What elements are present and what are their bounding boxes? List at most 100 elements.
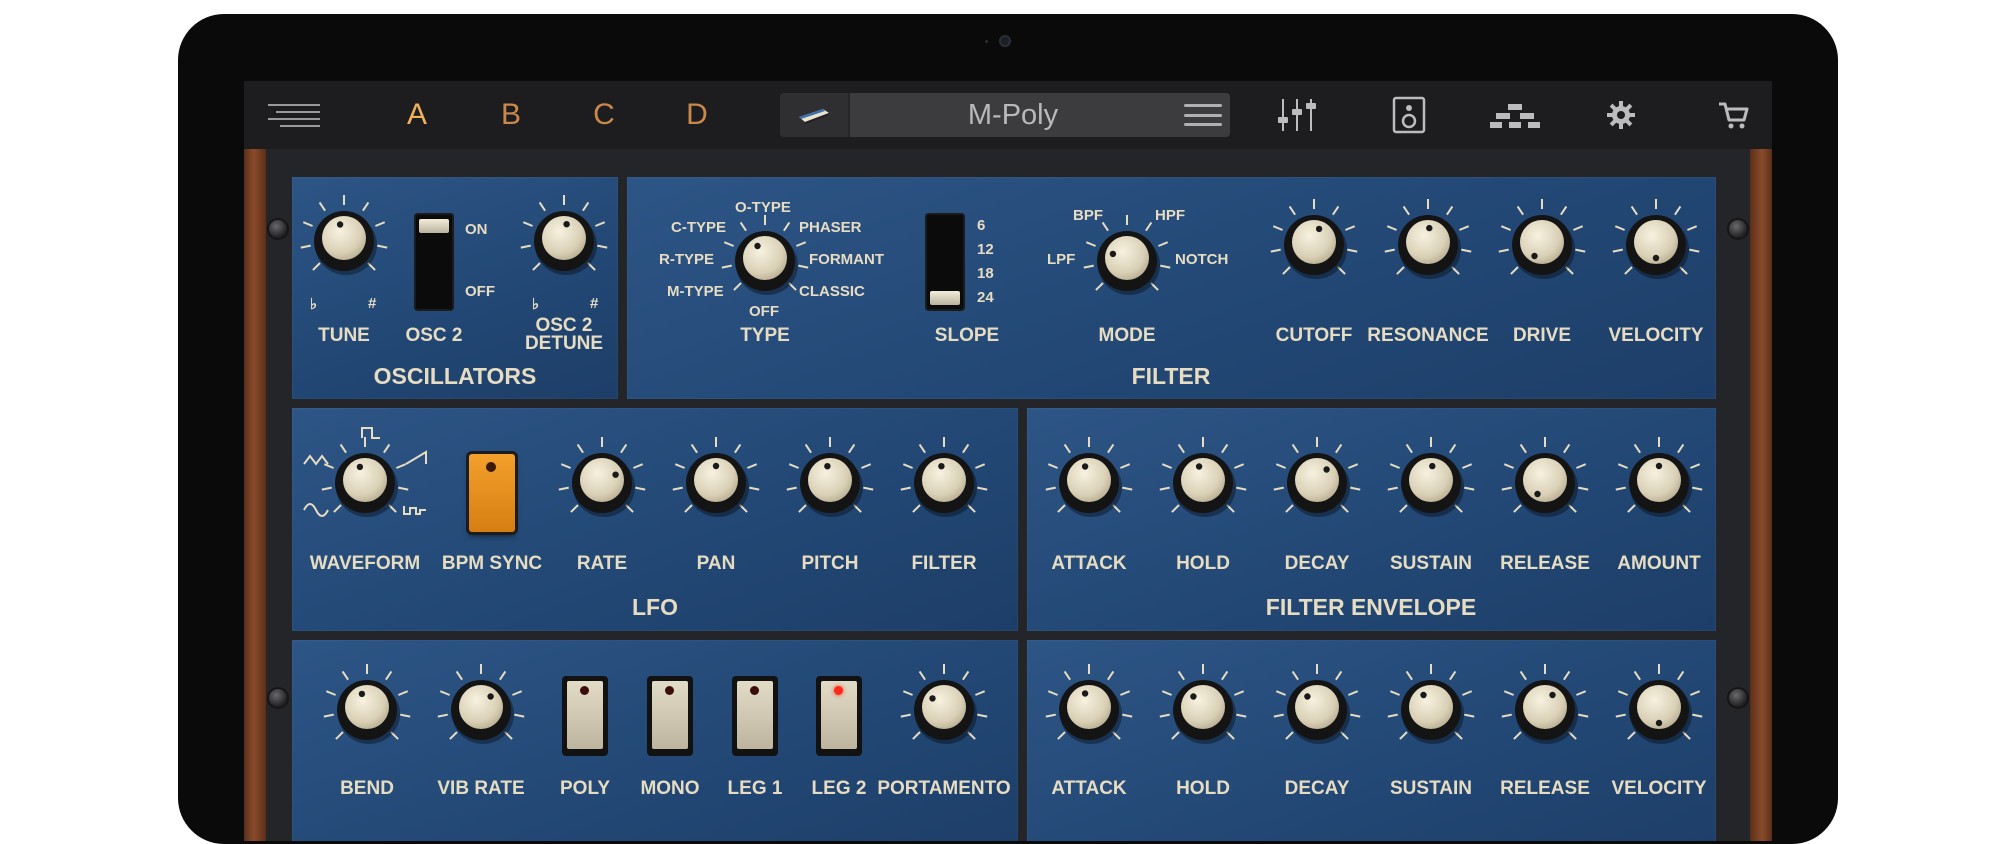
filter-velocity-label: VELOCITY: [1608, 325, 1704, 346]
screw: [1729, 689, 1747, 707]
amp-env-hold-knob[interactable]: [1155, 660, 1251, 756]
performance-panel: BEND VIB RATE POLY MONO LEG 1 LEG 2 PORT…: [292, 640, 1018, 841]
filter-velocity-knob[interactable]: [1608, 195, 1704, 291]
filter-env-hold-knob[interactable]: [1155, 433, 1251, 529]
type-option-phaser: PHASER: [799, 219, 862, 236]
hamburger-icon[interactable]: [1184, 99, 1222, 131]
legato1-button[interactable]: [732, 676, 778, 756]
preset-tab-a[interactable]: A: [392, 81, 442, 149]
resonance-knob[interactable]: [1380, 195, 1476, 291]
routing-icon[interactable]: [1480, 81, 1550, 149]
type-option-otype: O-TYPE: [735, 199, 791, 216]
gear-icon[interactable]: [1596, 81, 1646, 149]
amp-env-velocity-label: VELOCITY: [1611, 778, 1707, 799]
mode-option-hpf: HPF: [1155, 207, 1185, 224]
legato1-led: [750, 686, 759, 695]
filter-env-attack-knob[interactable]: [1041, 433, 1137, 529]
osc2-detune-label: OSC 2 DETUNE: [524, 315, 604, 354]
lfo-rate-knob[interactable]: [554, 433, 650, 529]
portamento-label: PORTAMENTO: [877, 778, 1011, 799]
mono-button[interactable]: [647, 676, 693, 756]
lfo-pan-knob[interactable]: [668, 433, 764, 529]
bend-label: BEND: [340, 778, 394, 799]
cutoff-label: CUTOFF: [1275, 325, 1353, 346]
osc2-detune-knob[interactable]: [516, 191, 612, 287]
amp-env-attack-label: ATTACK: [1051, 778, 1127, 799]
slope-switch-cap: [930, 291, 960, 305]
waveform-label: WAVEFORM: [309, 553, 421, 574]
filter-mode-knob[interactable]: [1079, 211, 1175, 307]
mixer-sliders-icon[interactable]: [1272, 81, 1322, 149]
lfo-pitch-knob[interactable]: [782, 433, 878, 529]
osc2-off-mark: OFF: [465, 283, 495, 300]
slope-label: SLOPE: [934, 325, 1000, 346]
preset-selector[interactable]: M-Poly: [780, 93, 1230, 137]
amp-env-release-knob[interactable]: [1497, 660, 1593, 756]
menu-lines-icon[interactable]: [264, 81, 324, 149]
filter-env-amount-label: AMOUNT: [1617, 553, 1701, 574]
lfo-filter-label: FILTER: [911, 553, 977, 574]
poly-led: [580, 686, 589, 695]
bpm-sync-button[interactable]: [469, 454, 515, 532]
slope-value-12: 12: [977, 241, 994, 258]
preset-tab-d[interactable]: D: [672, 81, 722, 149]
keyboard-icon[interactable]: [780, 93, 850, 137]
filter-envelope-title: FILTER ENVELOPE: [1265, 594, 1477, 620]
mode-option-bpf: BPF: [1073, 207, 1103, 224]
drive-knob[interactable]: [1494, 195, 1590, 291]
mode-option-notch: NOTCH: [1175, 251, 1229, 268]
filter-env-sustain-label: SUSTAIN: [1390, 553, 1472, 574]
detune-sharp-mark: #: [590, 295, 599, 312]
lfo-pan-label: PAN: [696, 553, 736, 574]
amp-env-velocity-knob[interactable]: [1611, 660, 1707, 756]
type-option-off: OFF: [749, 303, 779, 320]
tune-knob[interactable]: [296, 191, 392, 287]
filter-env-amount-knob[interactable]: [1611, 433, 1707, 529]
type-option-classic: CLASSIC: [799, 283, 865, 300]
amp-env-decay-knob[interactable]: [1269, 660, 1365, 756]
preset-tab-b[interactable]: B: [486, 81, 536, 149]
filter-env-decay-label: DECAY: [1284, 553, 1350, 574]
lfo-filter-knob[interactable]: [896, 433, 992, 529]
preset-name[interactable]: M-Poly: [848, 93, 1178, 137]
synth-body: ♭ # TUNE ON OFF OSC 2 ♭ # OSC 2 DETUNE O…: [266, 149, 1750, 841]
mono-label: MONO: [640, 778, 700, 799]
filter-env-attack-label: ATTACK: [1051, 553, 1127, 574]
legato2-led: [834, 686, 843, 695]
wood-side-right: [1750, 149, 1772, 841]
slope-switch[interactable]: [925, 213, 965, 311]
filter-mode-label: MODE: [1098, 325, 1156, 346]
mode-option-lpf: LPF: [1047, 251, 1076, 268]
type-option-formant: FORMANT: [809, 251, 884, 268]
amp-env-sustain-label: SUSTAIN: [1390, 778, 1472, 799]
bend-knob[interactable]: [319, 660, 415, 756]
type-option-mtype: M-TYPE: [667, 283, 724, 300]
cart-icon[interactable]: [1708, 81, 1758, 149]
osc2-toggle[interactable]: [414, 213, 454, 311]
filter-env-sustain-knob[interactable]: [1383, 433, 1479, 529]
amp-env-decay-label: DECAY: [1284, 778, 1350, 799]
preset-tab-c[interactable]: C: [579, 81, 629, 149]
detune-flat-mark: ♭: [532, 296, 540, 313]
osc2-label: OSC 2: [405, 325, 463, 346]
lfo-pitch-label: PITCH: [801, 553, 859, 574]
filter-title: FILTER: [1131, 363, 1211, 389]
poly-label: POLY: [560, 778, 610, 799]
speaker-icon[interactable]: [1384, 81, 1434, 149]
cutoff-knob[interactable]: [1266, 195, 1362, 291]
osc2-toggle-cap: [419, 219, 449, 233]
mono-led: [665, 686, 674, 695]
legato2-button[interactable]: [816, 676, 862, 756]
portamento-knob[interactable]: [896, 660, 992, 756]
waveform-knob[interactable]: [317, 433, 413, 529]
poly-button[interactable]: [562, 676, 608, 756]
filter-type-label: TYPE: [740, 325, 790, 346]
amp-env-attack-knob[interactable]: [1041, 660, 1137, 756]
screw: [269, 220, 287, 238]
tune-sharp-mark: #: [368, 295, 377, 312]
filter-env-decay-knob[interactable]: [1269, 433, 1365, 529]
filter-env-release-label: RELEASE: [1500, 553, 1590, 574]
amp-env-sustain-knob[interactable]: [1383, 660, 1479, 756]
filter-env-release-knob[interactable]: [1497, 433, 1593, 529]
vib-rate-knob[interactable]: [433, 660, 529, 756]
